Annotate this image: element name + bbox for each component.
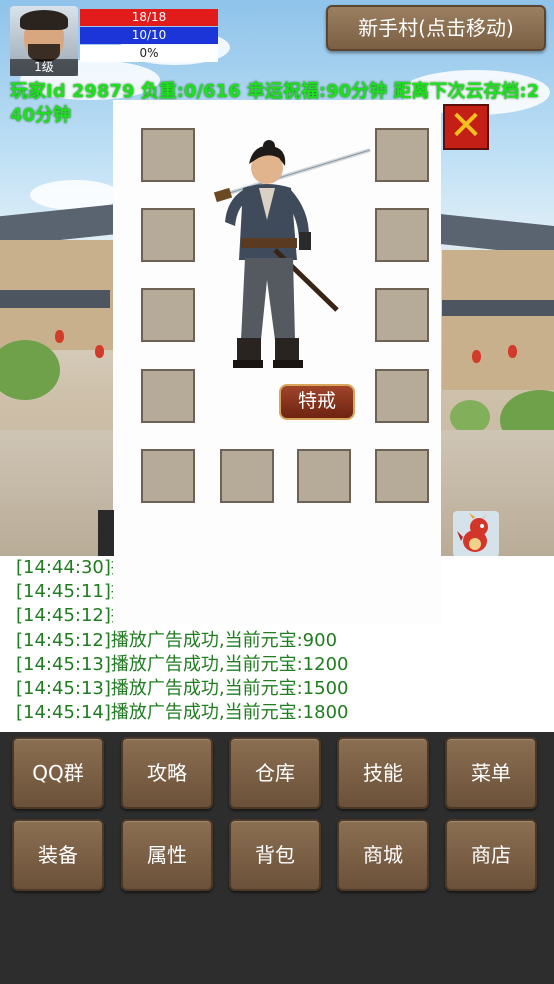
equipment-panel-extension bbox=[113, 556, 441, 625]
location-move-button[interactable]: 新手村(点击移动) bbox=[326, 5, 546, 51]
equip-slot-left-3[interactable] bbox=[141, 288, 195, 342]
equip-slot-right-1[interactable] bbox=[375, 128, 429, 182]
dragon-pet-icon[interactable] bbox=[453, 511, 499, 557]
side-tab[interactable] bbox=[98, 510, 114, 556]
equip-slot-bottom-3[interactable] bbox=[297, 449, 351, 503]
exp-bar: 0% bbox=[80, 45, 218, 62]
equip-slot-bottom-4[interactable] bbox=[375, 449, 429, 503]
player-level: 1级 bbox=[10, 59, 78, 76]
skills-button[interactable]: 技能 bbox=[337, 737, 429, 809]
equip-slot-right-2[interactable] bbox=[375, 208, 429, 262]
attributes-button[interactable]: 属性 bbox=[121, 819, 213, 891]
mp-bar: 10/10 bbox=[80, 27, 218, 44]
equip-slot-right-3[interactable] bbox=[375, 288, 429, 342]
warehouse-button[interactable]: 仓库 bbox=[229, 737, 321, 809]
hp-bar: 18/18 bbox=[80, 9, 218, 26]
equip-slot-bottom-2[interactable] bbox=[220, 449, 274, 503]
special-ring-button[interactable]: 特戒 bbox=[279, 384, 355, 420]
equipment-button[interactable]: 装备 bbox=[12, 819, 104, 891]
exp-label: 0% bbox=[139, 46, 159, 60]
guide-button[interactable]: 攻略 bbox=[121, 737, 213, 809]
log-entry: [14:45:13]播放广告成功,当前元宝:1500 bbox=[16, 678, 349, 700]
log-entry: [14:45:13]播放广告成功,当前元宝:1200 bbox=[16, 653, 349, 675]
backpack-button[interactable]: 背包 bbox=[229, 819, 321, 891]
mall-button[interactable]: 商城 bbox=[337, 819, 429, 891]
equip-slot-left-4[interactable] bbox=[141, 369, 195, 423]
equip-slot-right-4[interactable] bbox=[375, 369, 429, 423]
equip-slot-left-1[interactable] bbox=[141, 128, 195, 182]
bottom-menu: QQ群 攻略 仓库 技能 菜单 装备 属性 背包 商城 商店 bbox=[0, 732, 554, 984]
character-figure bbox=[213, 140, 371, 368]
equip-slot-left-2[interactable] bbox=[141, 208, 195, 262]
equip-slot-bottom-1[interactable] bbox=[141, 449, 195, 503]
close-x-icon[interactable]: ✕ bbox=[443, 104, 489, 150]
log-entry: [14:45:12]播放广告成功,当前元宝:900 bbox=[16, 629, 338, 651]
log-entry: [14:45:14]播放广告成功,当前元宝:1800 bbox=[16, 702, 349, 724]
menu-button[interactable]: 菜单 bbox=[445, 737, 537, 809]
qq-group-button[interactable]: QQ群 bbox=[12, 737, 104, 809]
shop-button[interactable]: 商店 bbox=[445, 819, 537, 891]
